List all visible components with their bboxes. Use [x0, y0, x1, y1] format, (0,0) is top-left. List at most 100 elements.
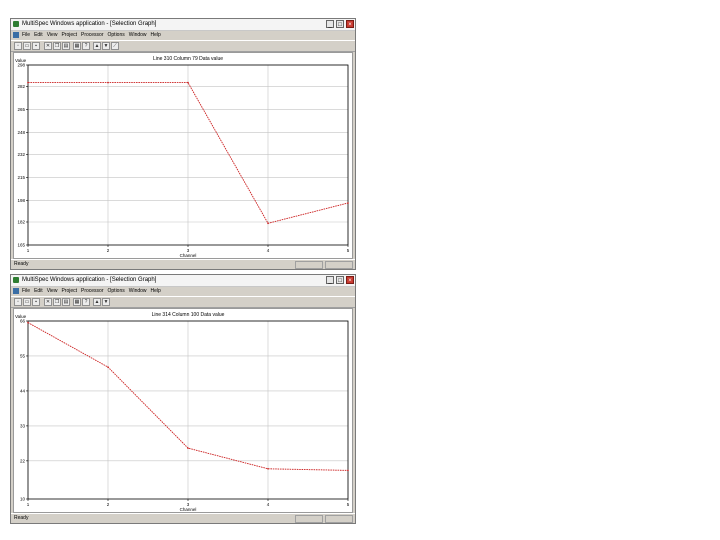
paste-icon[interactable]: ▤ — [62, 42, 70, 50]
menu-file[interactable]: File — [22, 31, 30, 39]
y-tick-label: 232 — [17, 152, 25, 157]
document-icon[interactable] — [13, 32, 19, 38]
print-icon[interactable]: ▦ — [73, 298, 81, 306]
y-tick-label: 10 — [20, 497, 26, 502]
zoom-in-icon[interactable]: ▲ — [93, 42, 101, 50]
x-tick-label: 4 — [267, 502, 270, 507]
print-icon[interactable]: ▦ — [73, 42, 81, 50]
copy-icon[interactable]: ❐ — [53, 42, 61, 50]
title-bar[interactable]: MultiSpec Windows application - [Selecti… — [11, 19, 355, 31]
x-axis-label: Channel — [180, 253, 197, 258]
open-icon[interactable]: ▭ — [23, 298, 31, 306]
menu-processor[interactable]: Processor — [81, 31, 104, 39]
status-text: Ready — [14, 261, 29, 267]
copy-icon[interactable]: ❐ — [53, 298, 61, 306]
y-tick-label: 22 — [20, 458, 26, 463]
x-tick-label: 2 — [107, 248, 110, 253]
toolbar: ▫ ▭ ▪ ✕ ❐ ▤ ▦ ? ▲ ▼ ⟋ — [11, 40, 355, 52]
menu-project[interactable]: Project — [61, 287, 77, 295]
help-icon[interactable]: ? — [82, 42, 90, 50]
app-window-bottom: MultiSpec Windows application - [Selecti… — [10, 274, 356, 524]
graph-panel: Line 310 Column 79 Data value Value Channe… — [13, 52, 353, 259]
menu-options[interactable]: Options — [108, 31, 125, 39]
y-tick-label: 215 — [17, 175, 25, 180]
save-icon[interactable]: ▪ — [32, 42, 40, 50]
paste-icon[interactable]: ▤ — [62, 298, 70, 306]
menu-project[interactable]: Project — [61, 31, 77, 39]
x-tick-label: 2 — [107, 502, 110, 507]
x-tick-label: 5 — [347, 248, 350, 253]
line-chart: Line 310 Column 79 Data valueValueChanne… — [15, 56, 350, 258]
status-pane — [295, 261, 323, 269]
new-icon[interactable]: ▫ — [14, 42, 22, 50]
help-icon[interactable]: ? — [82, 298, 90, 306]
maximize-button[interactable]: □ — [336, 20, 344, 28]
y-tick-label: 44 — [20, 388, 26, 393]
status-pane — [325, 515, 353, 523]
new-icon[interactable]: ▫ — [14, 298, 22, 306]
minimize-button[interactable]: _ — [326, 20, 334, 28]
app-window-top: MultiSpec Windows application - [Selecti… — [10, 18, 356, 270]
menu-processor[interactable]: Processor — [81, 287, 104, 295]
data-point — [347, 469, 349, 472]
close-button[interactable]: × — [346, 20, 354, 28]
data-point — [187, 447, 189, 449]
menu-bar: File Edit View Project Processor Options… — [11, 31, 355, 39]
cut-icon[interactable]: ✕ — [44, 298, 52, 306]
app-icon — [13, 277, 19, 283]
minimize-button[interactable]: _ — [326, 276, 334, 284]
chart-title: Line 314 Column 100 Data value — [152, 312, 225, 318]
overlay-icon[interactable]: ⟋ — [111, 42, 119, 50]
status-pane — [295, 515, 323, 523]
x-tick-label: 4 — [267, 248, 270, 253]
window-title: MultiSpec Windows application - [Selecti… — [22, 277, 157, 283]
zoom-in-icon[interactable]: ▲ — [93, 298, 101, 306]
menu-options[interactable]: Options — [108, 287, 125, 295]
menu-help[interactable]: Help — [151, 31, 161, 39]
y-tick-label: 165 — [17, 243, 25, 248]
y-tick-label: 298 — [17, 63, 25, 68]
y-tick-label: 182 — [17, 219, 25, 224]
status-text: Ready — [14, 515, 29, 521]
chart-title: Line 310 Column 79 Data value — [153, 56, 223, 62]
menu-file[interactable]: File — [22, 287, 30, 295]
menu-window[interactable]: Window — [129, 287, 147, 295]
x-tick-label: 5 — [347, 502, 350, 507]
open-icon[interactable]: ▭ — [23, 42, 31, 50]
status-bar: Ready — [11, 513, 355, 523]
menu-view[interactable]: View — [47, 287, 58, 295]
menu-view[interactable]: View — [47, 31, 58, 39]
document-icon[interactable] — [13, 288, 19, 294]
zoom-out-icon[interactable]: ▼ — [102, 298, 110, 306]
maximize-button[interactable]: □ — [336, 276, 344, 284]
data-point — [107, 366, 109, 368]
menu-edit[interactable]: Edit — [34, 31, 43, 39]
menu-window[interactable]: Window — [129, 31, 147, 39]
save-icon[interactable]: ▪ — [32, 298, 40, 306]
menu-edit[interactable]: Edit — [34, 287, 43, 295]
y-tick-label: 198 — [17, 198, 25, 203]
y-tick-label: 33 — [20, 423, 26, 428]
status-bar: Ready — [11, 259, 355, 269]
title-bar[interactable]: MultiSpec Windows application - [Selecti… — [11, 275, 355, 287]
close-button[interactable]: × — [346, 276, 354, 284]
cut-icon[interactable]: ✕ — [44, 42, 52, 50]
status-pane — [325, 261, 353, 269]
x-axis-label: Channel — [180, 507, 197, 512]
menu-bar: File Edit View Project Processor Options… — [11, 287, 355, 295]
data-point — [267, 468, 269, 470]
data-point — [187, 81, 189, 84]
y-tick-label: 248 — [17, 130, 25, 135]
data-point — [267, 222, 269, 225]
data-point — [27, 81, 29, 84]
toolbar: ▫ ▭ ▪ ✕ ❐ ▤ ▦ ? ▲ ▼ — [11, 296, 355, 308]
app-icon — [13, 21, 19, 27]
data-point — [347, 202, 349, 204]
menu-help[interactable]: Help — [151, 287, 161, 295]
y-tick-label: 66 — [20, 319, 26, 324]
x-tick-label: 1 — [27, 248, 30, 253]
data-point — [27, 321, 29, 324]
zoom-out-icon[interactable]: ▼ — [102, 42, 110, 50]
line-chart: Line 314 Column 100 Data valueValueChann… — [15, 312, 350, 512]
x-tick-label: 1 — [27, 502, 30, 507]
